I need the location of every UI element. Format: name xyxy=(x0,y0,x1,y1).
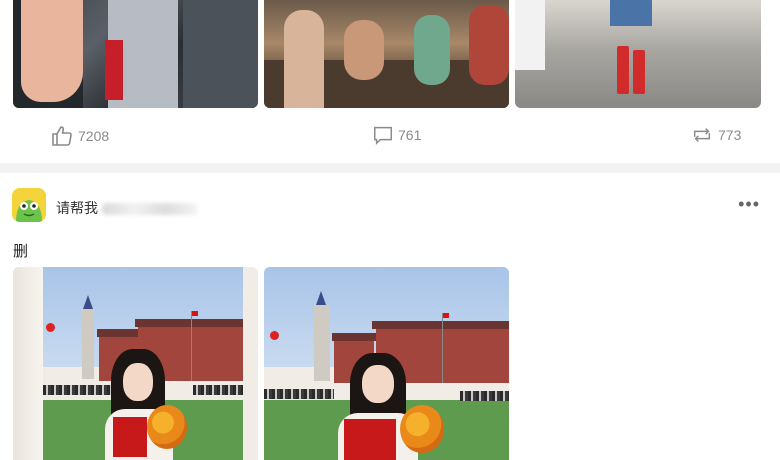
photo-region xyxy=(469,5,509,85)
post-image-4[interactable] xyxy=(13,267,258,460)
username-text: 请帮我 xyxy=(56,200,98,216)
like-count: 7208 xyxy=(78,128,110,144)
photo-scene xyxy=(43,267,245,460)
post-image-5[interactable] xyxy=(264,267,509,460)
photo-region xyxy=(610,0,652,26)
avatar[interactable] xyxy=(12,188,46,222)
comment-count: 761 xyxy=(398,127,422,143)
photo-region xyxy=(105,40,123,100)
username[interactable]: 请帮我 xyxy=(56,198,198,218)
post-header: 请帮我 ••• xyxy=(12,186,768,226)
post-image-2[interactable] xyxy=(264,0,509,108)
thumbs-up-icon xyxy=(50,124,74,148)
photo-border xyxy=(243,267,258,460)
post-text: 删 xyxy=(13,243,29,260)
post-image-3[interactable] xyxy=(515,0,761,108)
post-image-1[interactable] xyxy=(13,0,258,108)
photo-region xyxy=(183,0,258,108)
repost-button[interactable]: 773 xyxy=(690,124,741,146)
more-options-icon[interactable]: ••• xyxy=(738,194,760,215)
photo-scene xyxy=(264,267,509,460)
photo-region xyxy=(284,10,324,108)
photo-region xyxy=(344,20,384,80)
repost-icon xyxy=(690,124,714,146)
photo-region xyxy=(414,15,450,85)
photo-region xyxy=(633,50,645,94)
post-divider xyxy=(0,163,780,173)
comment-button[interactable]: 761 xyxy=(372,124,421,146)
repost-count: 773 xyxy=(718,127,742,143)
photo-border xyxy=(13,267,43,460)
comment-icon xyxy=(372,124,394,146)
like-button[interactable]: 7208 xyxy=(50,124,109,148)
username-censored xyxy=(102,203,198,216)
post-action-bar: 7208 761 773 xyxy=(0,118,780,156)
photo-region xyxy=(515,0,545,70)
photo-region xyxy=(617,46,629,94)
photo-region xyxy=(21,0,83,102)
